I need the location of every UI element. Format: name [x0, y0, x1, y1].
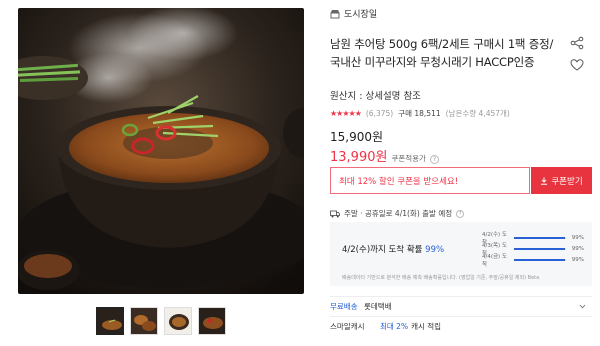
soup-photo [18, 8, 304, 294]
sale-price: 13,990원 [330, 150, 388, 165]
forecast-rows: 4/2(수) 도착 99% 4/3(목) 도착 99% 4/4(금) 도착 99… [482, 232, 586, 268]
remaining-stock: (남은수량 4,457개) [445, 109, 510, 118]
original-price: 15,900원 [330, 130, 384, 144]
shipping-summary-text: 주말 · 공휴일로 4/1(화) 출발 예정 [344, 209, 453, 218]
cash-text: 캐시 적립 [411, 322, 442, 331]
forecast-row-value: 99% [571, 256, 584, 263]
forecast-row: 4/4(금) 도착 99% [482, 253, 586, 268]
help-icon[interactable]: ? [429, 155, 439, 164]
heart-icon[interactable] [570, 58, 584, 72]
main-product-image[interactable] [18, 8, 304, 294]
smile-cash-label: 스마일캐시 [330, 322, 365, 331]
thumbnail-image [98, 309, 122, 333]
forecast-row-value: 99% [571, 234, 584, 241]
forecast-bar [514, 247, 566, 250]
product-title: 남원 추어탕 500g 6팩/2세트 구매시 1팩 증정/국내산 미꾸라지와 무… [330, 37, 554, 69]
review-count[interactable]: (6,375) [366, 109, 393, 118]
forecast-bar [514, 258, 566, 261]
rating-row: ★★★★★ (6,375) 구매 18,511 (남은수량 4,457개) [330, 108, 510, 119]
coupon-banner[interactable]: 최대 12% 할인 쿠폰을 받으세요! [330, 167, 530, 194]
forecast-bar-fill [514, 236, 566, 239]
download-icon [541, 177, 548, 185]
courier-name: 롯데택배 [364, 302, 392, 311]
forecast-note: 배송데이터 기반으로 분석한 배송 예측 배송확률입니다. (영업일 기준, 주… [342, 275, 540, 281]
sale-price-row: 13,990원 쿠폰적용가 ? [330, 146, 439, 165]
cash-rate: 최대 2% [380, 322, 409, 331]
truck-icon [330, 210, 340, 217]
delivery-forecast-box: 4/2(수)까지 도착 확률 99% 4/2(수) 도착 99% 4/3(목) … [330, 222, 592, 286]
thumbnail-image [165, 308, 191, 334]
thumbnail-3[interactable] [164, 307, 192, 335]
forecast-headline: 4/2(수)까지 도착 확률 99% [342, 243, 444, 255]
delivery-row[interactable]: 무료배송 롯데택배 [330, 296, 592, 316]
thumbnail-strip [96, 307, 226, 335]
share-icon[interactable] [570, 36, 584, 50]
cash-row[interactable]: 스마일캐시 최대 2% 캐시 적립 [330, 316, 592, 336]
forecast-row-label: 4/4(금) 도착 [482, 253, 508, 268]
store-icon [330, 9, 340, 18]
forecast-row-value: 99% [571, 245, 584, 252]
thumbnail-image [199, 308, 225, 334]
help-icon[interactable]: ? [456, 209, 465, 218]
rating-stars: ★★★★★ [330, 109, 362, 118]
coupon-download-button[interactable]: 쿠폰받기 [531, 167, 592, 194]
shipping-summary: 주말 · 공휴일로 4/1(화) 출발 예정 ? [330, 208, 465, 219]
purchase-count: 구매 18,511 [398, 109, 441, 118]
store-name: 도시장일 [344, 10, 378, 20]
coupon-button-label: 쿠폰받기 [551, 176, 583, 187]
thumbnail-1[interactable] [96, 307, 124, 335]
store-link[interactable]: 도시장일 [330, 7, 377, 20]
origin-info: 원산지 : 상세설명 참조 [330, 91, 421, 102]
thumbnail-image [131, 308, 157, 334]
coupon-price-tag: 쿠폰적용가 [391, 154, 426, 163]
forecast-bar-fill [514, 258, 566, 261]
forecast-bar-fill [514, 247, 566, 250]
forecast-headline-pct: 99% [425, 245, 445, 255]
thumbnail-2[interactable] [130, 307, 158, 335]
forecast-headline-text: 4/2(수)까지 도착 확률 [342, 245, 423, 255]
free-shipping-label: 무료배송 [330, 302, 358, 311]
product-info-panel: 도시장일 남원 추어탕 500g 6팩/2세트 구매시 1팩 증정/국내산 미꾸… [330, 0, 592, 346]
chevron-down-icon [579, 304, 586, 309]
forecast-bar [514, 236, 566, 239]
thumbnail-4[interactable] [198, 307, 226, 335]
